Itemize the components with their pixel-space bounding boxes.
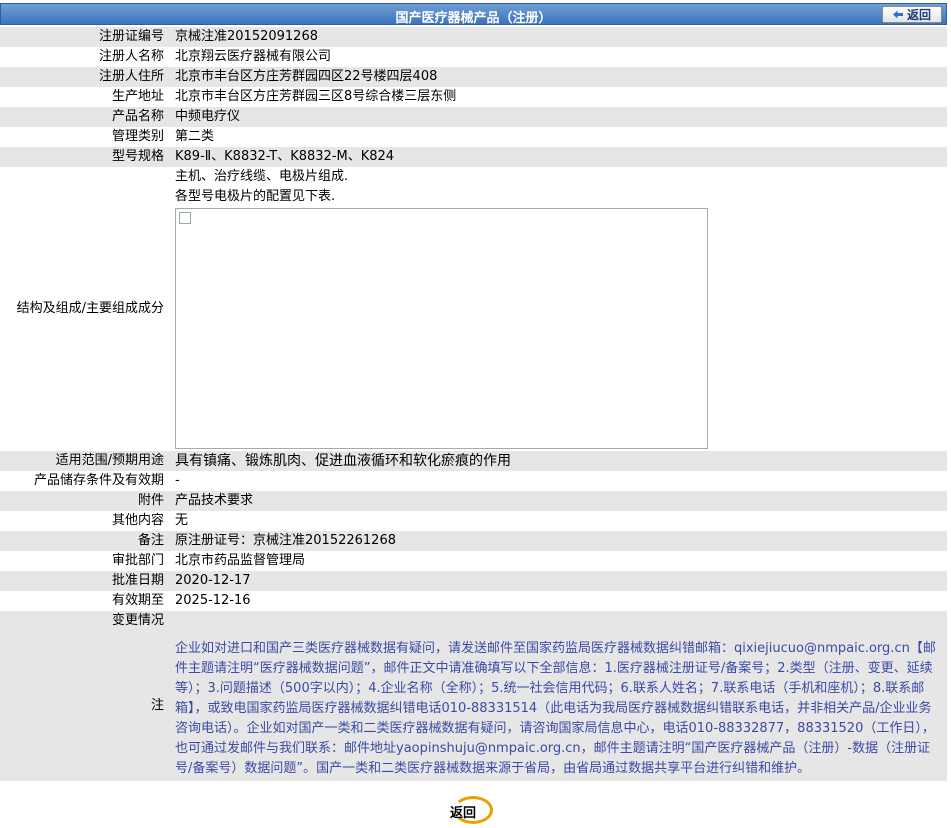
structure-line-1: 主机、治疗线缆、电极片组成. [175,169,349,184]
row-storage: 产品储存条件及有效期 - [0,471,947,491]
row-note: 注 企业如对进口和国产三类医疗器械数据有疑问，请发送邮件至国家药监局医疗器械数据… [0,631,947,781]
value-category: 第二类 [167,127,947,147]
value-expiry: 2025-12-16 [167,591,947,611]
value-reg-no: 京械注准20152091268 [167,27,947,47]
row-changes: 变更情况 [0,611,947,631]
value-storage: - [167,471,947,491]
back-button-top[interactable]: 返回 [882,6,942,23]
label-production: 生产地址 [0,87,167,107]
value-remark: 原注册证号：京械注准20152261268 [167,531,947,551]
electrode-config-image [175,208,708,449]
label-reg-no: 注册证编号 [0,27,167,47]
row-address: 注册人住所 北京市丰台区方庄芳群园四区22号楼四层408 [0,67,947,87]
label-category: 管理类别 [0,127,167,147]
value-production: 北京市丰台区方庄芳群园三区8号综合楼三层东侧 [167,87,947,107]
label-expiry: 有效期至 [0,591,167,611]
back-button-bottom-label: 返回 [450,806,477,821]
label-remark: 备注 [0,531,167,551]
broken-image-icon [179,212,191,224]
label-dept: 审批部门 [0,551,167,571]
value-other: 无 [167,511,947,531]
value-models: K89-Ⅱ、K8832-T、K8832-M、K824 [167,147,947,167]
value-product: 中频电疗仪 [167,107,947,127]
row-structure: 结构及组成/主要组成成分 主机、治疗线缆、电极片组成. 各型号电极片的配置见下表… [0,167,947,451]
value-dept: 北京市药品监督管理局 [167,551,947,571]
row-attachment: 附件 产品技术要求 [0,491,947,511]
label-storage: 产品储存条件及有效期 [0,471,167,491]
row-models: 型号规格 K89-Ⅱ、K8832-T、K8832-M、K824 [0,147,947,167]
label-other: 其他内容 [0,511,167,531]
row-production: 生产地址 北京市丰台区方庄芳群园三区8号综合楼三层东侧 [0,87,947,107]
row-other: 其他内容 无 [0,511,947,531]
label-usage: 适用范围/预期用途 [0,451,167,471]
label-address: 注册人住所 [0,67,167,87]
value-changes [167,611,947,631]
row-remark: 备注 原注册证号：京械注准20152261268 [0,531,947,551]
row-dept: 审批部门 北京市药品监督管理局 [0,551,947,571]
value-usage: 具有镇痛、锻炼肌肉、促进血液循环和软化瘀痕的作用 [167,451,947,471]
label-approve-date: 批准日期 [0,571,167,591]
label-attachment: 附件 [0,491,167,511]
back-arrow-icon [892,10,903,19]
label-product: 产品名称 [0,107,167,127]
label-note: 注 [0,631,167,781]
back-button-label: 返回 [906,8,931,22]
value-approve-date: 2020-12-17 [167,571,947,591]
value-note: 企业如对进口和国产三类医疗器械数据有疑问，请发送邮件至国家药监局医疗器械数据纠错… [167,631,947,781]
structure-line-2: 各型号电极片的配置见下表. [175,189,336,204]
value-registrant: 北京翔云医疗器械有限公司 [167,47,947,67]
label-registrant: 注册人名称 [0,47,167,67]
value-structure: 主机、治疗线缆、电极片组成. 各型号电极片的配置见下表. [167,167,947,451]
row-approve-date: 批准日期 2020-12-17 [0,571,947,591]
row-registrant: 注册人名称 北京翔云医疗器械有限公司 [0,47,947,67]
row-expiry: 有效期至 2025-12-16 [0,591,947,611]
back-button-bottom[interactable]: 返回 [447,795,495,825]
label-models: 型号规格 [0,147,167,167]
page-header: 国产医疗器械产品（注册） 返回 [0,3,947,26]
value-address: 北京市丰台区方庄芳群园四区22号楼四层408 [167,67,947,87]
info-table: 注册证编号 京械注准20152091268 注册人名称 北京翔云医疗器械有限公司… [0,27,947,781]
row-category: 管理类别 第二类 [0,127,947,147]
page-title: 国产医疗器械产品（注册） [395,11,552,26]
label-structure: 结构及组成/主要组成成分 [0,167,167,451]
row-usage: 适用范围/预期用途 具有镇痛、锻炼肌肉、促进血液循环和软化瘀痕的作用 [0,451,947,471]
row-reg-no: 注册证编号 京械注准20152091268 [0,27,947,47]
label-changes: 变更情况 [0,611,167,631]
value-attachment: 产品技术要求 [167,491,947,511]
row-product: 产品名称 中频电疗仪 [0,107,947,127]
